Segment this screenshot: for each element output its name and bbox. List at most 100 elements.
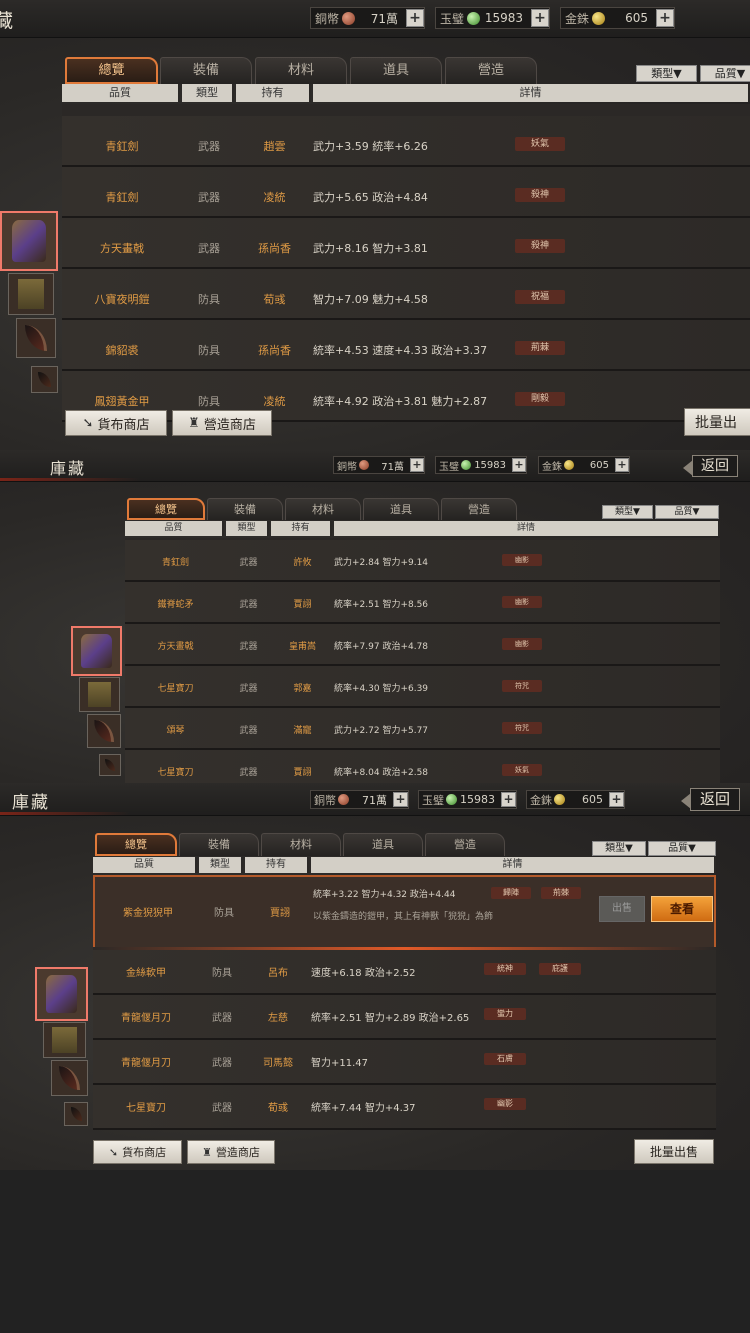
trait-tag: 妖氣	[502, 764, 542, 776]
add-jade-button[interactable]: +	[501, 792, 516, 807]
selected-armor-thumbnail[interactable]	[35, 967, 88, 1021]
tab-items[interactable]: 道具	[363, 498, 439, 520]
tab-items[interactable]: 道具	[350, 57, 442, 84]
column-header-quality[interactable]: 品質	[125, 521, 224, 536]
coin-shop-button[interactable]: ➘ 貨布商店	[65, 410, 167, 436]
type-filter-dropdown[interactable]: 類型▼	[602, 505, 653, 519]
tab-materials[interactable]: 材料	[261, 833, 341, 856]
table-row[interactable]: 錦貂裘 防具 孫尚香 統率+4.53 速度+4.33 政治+3.37 荊棘	[62, 320, 750, 371]
tab-materials[interactable]: 材料	[255, 57, 347, 84]
quality-filter-dropdown[interactable]: 品質▼	[700, 65, 750, 82]
tab-construction[interactable]: 營造	[425, 833, 505, 856]
item-detail: 統率+4.30 智力+6.39	[334, 684, 429, 694]
build-shop-button[interactable]: ♜ 營造商店	[187, 1140, 275, 1164]
table-row[interactable]: 青龍偃月刀 武器 司馬懿 智力+11.47 石膚	[93, 1040, 716, 1085]
tab-equipment[interactable]: 裝備	[207, 498, 283, 520]
table-row[interactable]: 方天畫戟 武器 孫尚香 武力+8.16 智力+3.81 殺神	[62, 218, 750, 269]
tab-construction[interactable]: 營造	[441, 498, 517, 520]
table-row[interactable]: 青釭劍 武器 趙雲 武力+3.59 統率+6.26 妖氣	[62, 116, 750, 167]
robe-icon	[17, 278, 45, 310]
tab-overview[interactable]: 總覽	[65, 57, 158, 84]
add-copper-button[interactable]: +	[406, 9, 424, 27]
item-name: 鳳翅黃金甲	[94, 395, 150, 408]
item-detail: 統率+4.53 速度+4.33 政治+3.37	[313, 344, 488, 357]
jade-resource: 玉璧 15983 +	[435, 456, 527, 474]
item-type: 武器	[212, 1058, 232, 1069]
add-gold-button[interactable]: +	[609, 792, 624, 807]
quality-filter-dropdown[interactable]: 品質▼	[655, 505, 719, 519]
small-weapon-thumbnail[interactable]	[31, 366, 58, 393]
table-row[interactable]: 七星寶刀 武器 賈詡 統率+8.04 政治+2.58 妖氣	[125, 750, 720, 783]
add-copper-button[interactable]: +	[393, 792, 408, 807]
column-header-type[interactable]: 類型	[226, 521, 269, 536]
trait-tag: 石膚	[484, 1053, 526, 1065]
table-row[interactable]: 鐵脊蛇矛 武器 賈詡 統率+2.51 智力+8.56 幽影	[125, 582, 720, 624]
column-header-quality[interactable]: 品質	[62, 84, 180, 102]
table-row[interactable]: 頌琴 武器 滿寵 武力+2.72 智力+5.77 符咒	[125, 708, 720, 750]
jade-coin-icon	[446, 794, 457, 805]
sell-button-disabled[interactable]: 出售	[599, 896, 645, 922]
table-row[interactable]: 青釭劍 武器 許攸 武力+2.84 智力+9.14 幽影	[125, 540, 720, 582]
tab-overview[interactable]: 總覽	[95, 833, 177, 856]
quality-filter-dropdown[interactable]: 品質▼	[648, 841, 716, 856]
table-row[interactable]: 金絲軟甲 防具 呂布 速度+6.18 政治+2.52 統神 庇護	[93, 950, 716, 995]
tab-equipment[interactable]: 裝備	[179, 833, 259, 856]
tab-equipment[interactable]: 裝備	[160, 57, 252, 84]
add-copper-button[interactable]: +	[410, 458, 424, 472]
item-owner: 呂布	[268, 968, 288, 979]
robe-thumbnail[interactable]	[43, 1022, 86, 1058]
table-row[interactable]: 七星寶刀 武器 荀彧 統率+7.44 智力+4.37 幽影	[93, 1085, 716, 1130]
column-header-owner[interactable]: 持有	[271, 521, 332, 536]
robe-thumbnail[interactable]	[8, 273, 54, 315]
tab-overview[interactable]: 總覽	[127, 498, 205, 520]
selected-armor-thumbnail[interactable]	[0, 211, 58, 271]
view-button[interactable]: 查看	[651, 896, 713, 922]
weapon-thumbnail[interactable]	[87, 714, 121, 748]
column-header-owner[interactable]: 持有	[236, 84, 311, 102]
inventory-panel-1: 藏 銅幣 71萬 + 玉璧 15983 + 金銖 605 + 總覽 裝備 材料 …	[0, 0, 750, 450]
table-row[interactable]: 七星寶刀 武器 郭嘉 統率+4.30 智力+6.39 符咒	[125, 666, 720, 708]
build-shop-button[interactable]: ♜ 營造商店	[172, 410, 272, 436]
bulk-sell-button[interactable]: 批量出	[684, 408, 750, 436]
type-filter-dropdown[interactable]: 類型▼	[636, 65, 697, 82]
item-detail: 智力+7.09 魅力+4.58	[313, 293, 428, 306]
column-header-type[interactable]: 類型	[199, 857, 243, 873]
item-name: 金絲軟甲	[126, 968, 166, 979]
table-row[interactable]: 八寶夜明鎧 防具 荀彧 智力+7.09 魅力+4.58 祝福	[62, 269, 750, 320]
item-name: 方天畫戟	[157, 642, 194, 652]
column-header-quality[interactable]: 品質	[93, 857, 197, 873]
item-name: 八寶夜明鎧	[94, 293, 150, 306]
item-name: 青龍偃月刀	[121, 1058, 171, 1069]
back-button[interactable]: 返回	[681, 788, 740, 811]
selected-armor-thumbnail[interactable]	[71, 626, 122, 676]
trait-tag: 歸陣	[491, 887, 531, 899]
tab-items[interactable]: 道具	[343, 833, 423, 856]
gold-coin-icon	[592, 11, 606, 25]
type-filter-dropdown[interactable]: 類型▼	[592, 841, 646, 856]
item-type: 武器	[239, 558, 258, 568]
expanded-table-row[interactable]: 紫金猊猊甲 防具 賈詡 統率+3.22 智力+4.32 政治+4.44 以紫金鑄…	[93, 875, 716, 947]
table-row[interactable]: 青釭劍 武器 凌統 武力+5.65 政治+4.84 殺神	[62, 167, 750, 218]
tab-construction[interactable]: 營造	[445, 57, 537, 84]
tab-materials[interactable]: 材料	[285, 498, 361, 520]
bulk-sell-button[interactable]: 批量出售	[634, 1139, 714, 1164]
table-row[interactable]: 青龍偃月刀 武器 左慈 統率+2.51 智力+2.89 政治+2.65 蠻力	[93, 995, 716, 1040]
trait-tag: 幽影	[484, 1098, 526, 1110]
add-gold-button[interactable]: +	[615, 458, 629, 472]
add-jade-button[interactable]: +	[512, 458, 526, 472]
table-row[interactable]: 方天畫戟 武器 皇甫嵩 統率+7.97 政治+4.78 幽影	[125, 624, 720, 666]
add-gold-button[interactable]: +	[656, 9, 674, 27]
robe-thumbnail[interactable]	[79, 677, 120, 712]
add-jade-button[interactable]: +	[531, 9, 549, 27]
trait-tag: 蠻力	[484, 1008, 526, 1020]
column-header-type[interactable]: 類型	[182, 84, 234, 102]
column-header-owner[interactable]: 持有	[245, 857, 309, 873]
coin-shop-button[interactable]: ➘ 貨布商店	[93, 1140, 182, 1164]
back-button[interactable]: 返回	[683, 455, 738, 477]
empty-area	[0, 1170, 750, 1333]
small-weapon-thumbnail[interactable]	[99, 754, 121, 776]
small-weapon-thumbnail[interactable]	[64, 1102, 88, 1126]
inventory-panel-2: 庫藏 銅幣 71萬 + 玉璧 15983 + 金銖 605 + 返回 總覽 裝備…	[0, 450, 750, 783]
weapon-thumbnail[interactable]	[16, 318, 56, 358]
weapon-thumbnail[interactable]	[51, 1060, 88, 1096]
